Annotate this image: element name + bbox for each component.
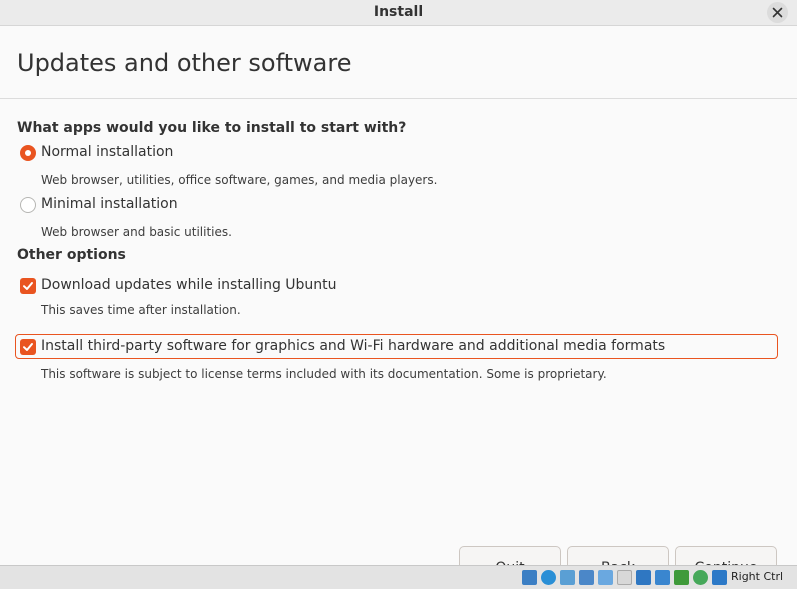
close-icon: [772, 7, 783, 18]
download-updates-label: Download updates while installing Ubuntu: [41, 277, 337, 293]
page-title: Updates and other software: [17, 49, 352, 77]
third-party-software-checkbox[interactable]: [20, 339, 36, 355]
shared-folder-icon[interactable]: [617, 570, 632, 585]
mouse-integration-icon[interactable]: [712, 570, 727, 585]
minimal-installation-label: Minimal installation: [41, 196, 178, 212]
minimal-installation-description: Web browser and basic utilities.: [41, 225, 232, 239]
minimal-installation-option[interactable]: Minimal installation: [17, 193, 217, 217]
download-updates-description: This saves time after installation.: [41, 303, 241, 317]
normal-installation-radio[interactable]: [20, 145, 36, 161]
checkmark-icon: [23, 282, 33, 290]
normal-installation-description: Web browser, utilities, office software,…: [41, 173, 438, 187]
other-options-heading: Other options: [17, 247, 126, 263]
download-updates-checkbox[interactable]: [20, 278, 36, 294]
third-party-software-description: This software is subject to license term…: [41, 367, 607, 381]
cpu-icon[interactable]: [693, 570, 708, 585]
third-party-software-option[interactable]: Install third-party software for graphic…: [17, 335, 757, 359]
screen-capture-icon[interactable]: [655, 570, 670, 585]
normal-installation-label: Normal installation: [41, 144, 174, 160]
display-icon[interactable]: [636, 570, 651, 585]
host-key-label: Right Ctrl: [731, 570, 784, 583]
window-title: Install: [373, 4, 424, 20]
vm-statusbar: Right Ctrl: [0, 565, 797, 589]
optical-drive-icon[interactable]: [541, 570, 556, 585]
checkmark-icon: [23, 343, 33, 351]
close-button[interactable]: [767, 2, 788, 23]
usb-icon[interactable]: [598, 570, 613, 585]
normal-installation-option[interactable]: Normal installation: [17, 141, 217, 165]
hard-disk-icon[interactable]: [522, 570, 537, 585]
third-party-software-label: Install third-party software for graphic…: [41, 338, 666, 354]
install-type-heading: What apps would you like to install to s…: [17, 120, 407, 136]
minimal-installation-radio[interactable]: [20, 197, 36, 213]
recording-icon[interactable]: [674, 570, 689, 585]
page-header: Updates and other software: [0, 27, 797, 99]
window-titlebar: Install: [0, 0, 797, 26]
download-updates-option[interactable]: Download updates while installing Ubuntu: [17, 274, 357, 298]
network-icon[interactable]: [579, 570, 594, 585]
audio-icon[interactable]: [560, 570, 575, 585]
